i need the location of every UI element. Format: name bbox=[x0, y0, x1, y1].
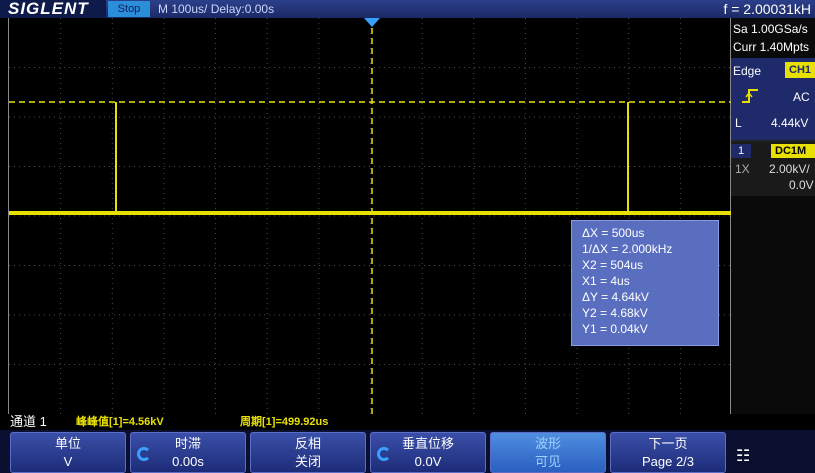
softkey-value: 可见 bbox=[534, 454, 561, 469]
trigger-coupling: AC bbox=[793, 90, 810, 104]
softkey-next-page[interactable]: 下一页 Page 2/3 bbox=[610, 432, 726, 473]
channel-coupling-tag: DC1M bbox=[771, 144, 815, 158]
vertical-offset: 0.0V bbox=[789, 178, 814, 192]
waveform-grid bbox=[9, 18, 732, 414]
softkey-skew[interactable]: 时滞 0.00s bbox=[130, 432, 246, 473]
cursor-y2: Y2 = 4.68kV bbox=[582, 306, 648, 320]
network-icon: ☷ bbox=[736, 448, 751, 465]
knob-icon bbox=[377, 447, 391, 461]
softkey-unit[interactable]: 单位 V bbox=[10, 432, 126, 473]
measurement-period: 周期[1]=499.92us bbox=[240, 416, 329, 428]
measurement-bar: 通道 1 峰峰值[1]=4.56kV 周期[1]=499.92us bbox=[0, 414, 815, 430]
trigger-level: 4.44kV bbox=[771, 116, 809, 130]
cursor-delta-x: ΔX = 500us bbox=[582, 226, 645, 240]
trigger-source: CH1 bbox=[785, 62, 815, 78]
channel1-panel[interactable]: 1 DC1M 1X 2.00kV/ 0.0V bbox=[731, 140, 815, 196]
timebase-readout: M 100us/ Delay:0.00s bbox=[158, 2, 275, 16]
channel-number: 1 bbox=[731, 144, 751, 158]
knob-icon bbox=[137, 447, 151, 461]
measurement-pkpk: 峰峰值[1]=4.56kV bbox=[76, 416, 164, 428]
probe-attenuation: 1X bbox=[735, 162, 750, 176]
trigger-type: Edge bbox=[733, 64, 762, 78]
trigger-panel[interactable]: Edge CH1 AC L 4.44kV bbox=[731, 58, 815, 150]
sample-rate: Sa 1.00GSa/s bbox=[733, 22, 808, 36]
brand-logo: SIGLENT bbox=[0, 0, 106, 18]
trigger-mode: L bbox=[735, 116, 742, 130]
softkey-label: 下一页 bbox=[648, 436, 688, 451]
trigger-position-marker[interactable] bbox=[364, 18, 380, 27]
memory-depth: Curr 1.40Mpts bbox=[733, 40, 810, 54]
softkey-label: 单位 bbox=[54, 436, 81, 451]
softkey-waveform-visible[interactable]: 波形 可见 bbox=[490, 432, 606, 473]
softkey-label: 波形 bbox=[534, 436, 561, 451]
top-status-bar: SIGLENT Stop M 100us/ Delay:0.00s f = 2.… bbox=[0, 0, 815, 18]
softkey-value: Page 2/3 bbox=[641, 454, 695, 469]
right-info-panel: Sa 1.00GSa/s Curr 1.40Mpts Edge CH1 AC L… bbox=[731, 18, 815, 414]
softkey-value: 关闭 bbox=[294, 454, 321, 469]
vertical-scale: 2.00kV/ bbox=[769, 162, 810, 176]
cursor-x2: X2 = 504us bbox=[582, 258, 644, 272]
frequency-counter: f = 2.00031kH bbox=[723, 1, 811, 17]
softkey-invert[interactable]: 反相 关闭 bbox=[250, 432, 366, 473]
rising-edge-icon bbox=[742, 89, 758, 103]
waveform-display[interactable]: ΔX = 500us 1/ΔX = 2.000kHz X2 = 504us X1… bbox=[8, 18, 732, 414]
softkey-vertical-offset[interactable]: 垂直位移 0.0V bbox=[370, 432, 486, 473]
channel1-trace bbox=[9, 211, 732, 215]
graticule bbox=[9, 18, 732, 414]
cursor-readout-panel: ΔX = 500us 1/ΔX = 2.000kHz X2 = 504us X1… bbox=[571, 220, 719, 346]
softkey-label: 反相 bbox=[294, 436, 321, 451]
run-status-badge[interactable]: Stop bbox=[108, 1, 150, 17]
menu-channel-label: 通道 1 bbox=[10, 414, 47, 429]
softkey-bar: 单位 V 时滞 0.00s 反相 关闭 垂直位移 0.0V 波形 可见 下一页 … bbox=[0, 430, 815, 473]
softkey-value: V bbox=[63, 454, 73, 469]
cursor-y1: Y1 = 0.04kV bbox=[582, 322, 648, 336]
cursor-x1: X1 = 4us bbox=[582, 274, 630, 288]
cursor-inverse-delta-x: 1/ΔX = 2.000kHz bbox=[582, 242, 673, 256]
cursor-delta-y: ΔY = 4.64kV bbox=[582, 290, 649, 304]
